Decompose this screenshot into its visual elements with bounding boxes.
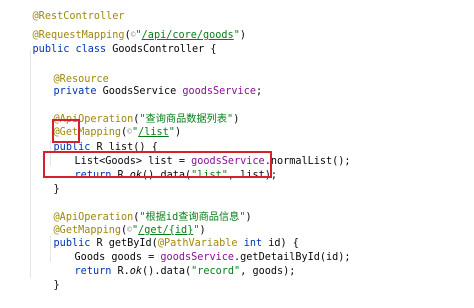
type-name: GoodsService: [102, 86, 183, 97]
keyword: return: [74, 266, 118, 277]
return-type-highlight-box: [52, 119, 80, 143]
keyword: private: [53, 86, 103, 97]
paren: ): [174, 127, 182, 138]
string-literal: "record": [191, 266, 241, 277]
code-line-1: @RestController: [8, 0, 125, 22]
closing-brace: }: [53, 184, 60, 195]
paren: ): [239, 30, 246, 41]
code-editor[interactable]: @RestController @RequestMapping(©"/api/c…: [0, 0, 474, 291]
semicolon: ;: [255, 86, 263, 97]
code-line-3: public class GoodsController {: [8, 27, 217, 55]
code-text: .normalList();: [264, 156, 351, 167]
code-line-8: public R list() {: [29, 125, 158, 153]
field-name: goodsService: [182, 86, 256, 97]
paren: ): [233, 114, 240, 125]
code-line-5: private GoodsService goodsService;: [29, 69, 263, 97]
code-line-13: @GetMapping(©"/get/{id}"): [29, 207, 206, 236]
code-text: ().data(: [142, 266, 192, 277]
code-line-14: public R getById(@PathVariable int id) {: [29, 221, 299, 249]
static-method: ok: [129, 266, 143, 277]
code-line-16: return R.ok().data("record", goods);: [50, 249, 296, 277]
keyword: public class: [32, 44, 113, 55]
code-text: , goods);: [240, 266, 296, 277]
code-line-15: Goods goods = goodsService.getDetailById…: [50, 235, 351, 263]
class-name: GoodsController {: [112, 44, 217, 55]
code-text: R.: [117, 266, 130, 277]
return-statement-highlight-box: [43, 151, 272, 178]
code-line-2: @RequestMapping(©"/api/core/goods"): [8, 12, 246, 41]
code-line-17: }: [29, 263, 60, 291]
